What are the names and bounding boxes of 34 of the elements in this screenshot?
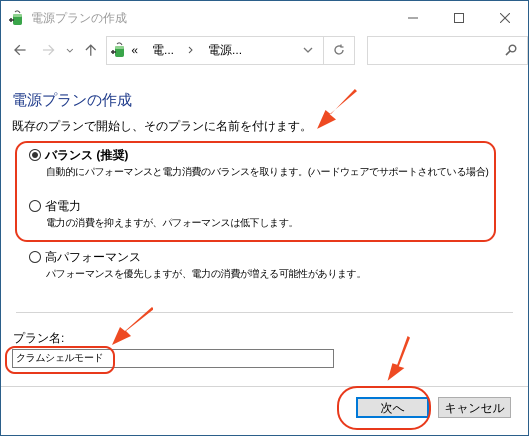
- plan-name-field[interactable]: クラムシェルモード: [12, 348, 334, 368]
- plan-description: 自動的にパフォーマンスと電力消費のバランスを取ります。(ハードウェアでサポートされている場合): [46, 166, 490, 180]
- plan-description: パフォーマンスを優先しますが、電力の消費が増える可能性があります。: [46, 268, 368, 282]
- search-icon: [504, 44, 517, 56]
- overflow-chevron[interactable]: «: [131, 41, 138, 59]
- breadcrumb[interactable]: 電...: [152, 41, 174, 59]
- radio-button[interactable]: [29, 200, 41, 212]
- refresh-icon: [333, 44, 346, 56]
- chevron-icon: [188, 46, 194, 54]
- address-bar[interactable]: « 電... 電源...: [106, 36, 324, 64]
- dropdown-icon[interactable]: [303, 46, 314, 54]
- up-icon[interactable]: [84, 43, 98, 57]
- next-button[interactable]: 次へ: [356, 397, 429, 418]
- intro-text: 既存のプランで開始し、そのプランに名前を付けます。: [12, 118, 313, 134]
- close-icon: [500, 12, 510, 22]
- page-heading: 電源プランの作成: [12, 91, 133, 111]
- radio-button[interactable]: [29, 149, 41, 161]
- search-field[interactable]: [367, 36, 528, 64]
- breadcrumb[interactable]: 電源...: [208, 41, 242, 59]
- window-title: 電源プランの作成: [31, 10, 127, 26]
- plan-label[interactable]: 省電力: [45, 198, 81, 214]
- plan-label[interactable]: バランス (推奨): [45, 147, 128, 163]
- annotation-arrow: [315, 89, 357, 131]
- power-plan-icon: [8, 10, 24, 26]
- maximize-icon: [454, 12, 464, 22]
- plan-name-label: プラン名:: [13, 331, 66, 345]
- cancel-button[interactable]: キャンセル: [438, 397, 511, 418]
- power-plan-icon: [110, 42, 126, 58]
- dropdown-icon[interactable]: [66, 46, 74, 54]
- back-icon[interactable]: [13, 43, 27, 57]
- radio-button[interactable]: [29, 251, 41, 263]
- plan-description: 電力の消費を抑えますが、パフォーマンスは低下します。: [46, 216, 300, 231]
- plan-label[interactable]: 高パフォーマンス: [45, 249, 141, 265]
- refresh-button[interactable]: [324, 36, 356, 64]
